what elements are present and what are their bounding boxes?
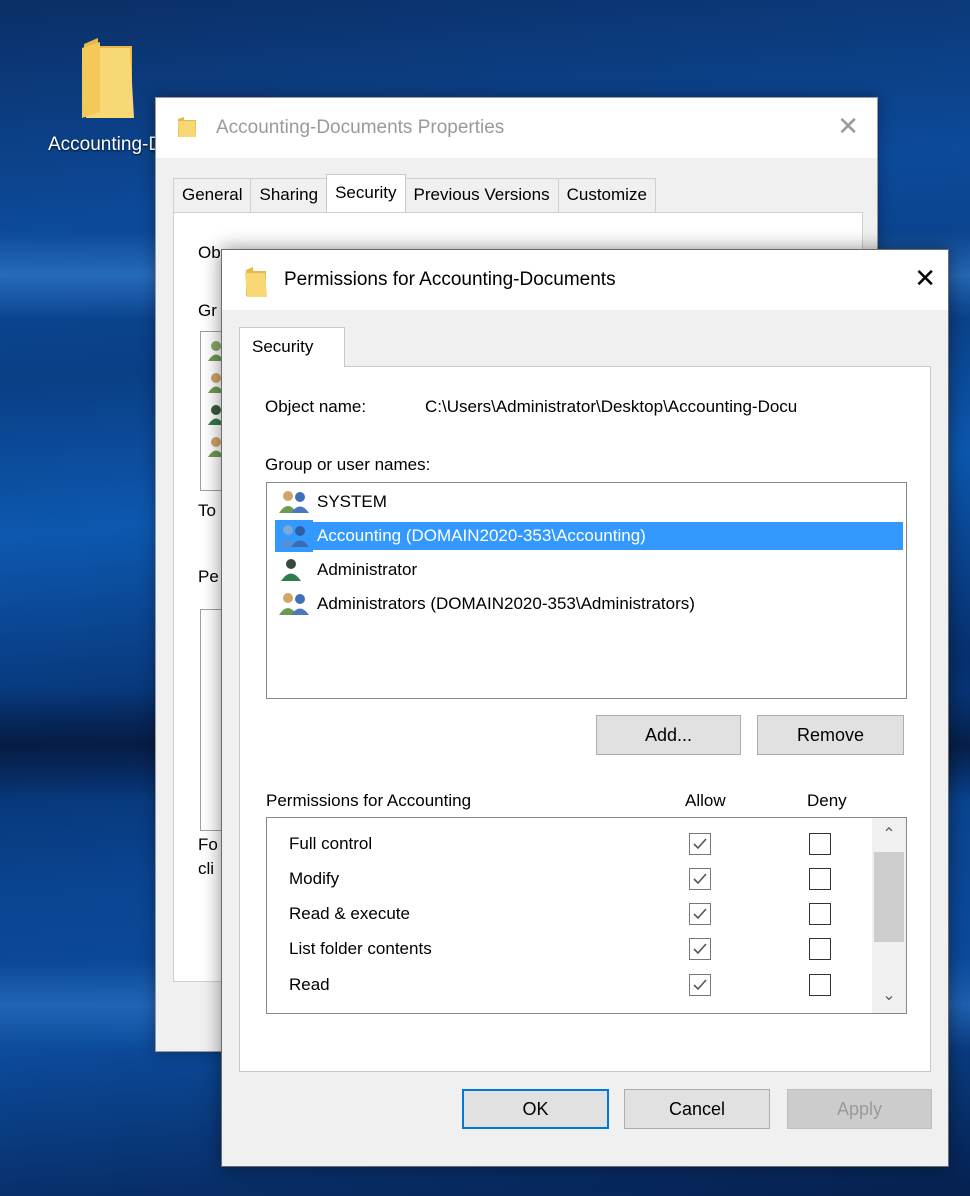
desktop-icon-label: Accounting-Documents: [48, 134, 158, 155]
permission-name: Read & execute: [289, 904, 410, 923]
permission-name: Full control: [289, 834, 373, 853]
window-title: Accounting-Documents Properties: [216, 117, 505, 138]
allow-checkbox[interactable]: [689, 974, 711, 996]
permissions-list[interactable]: Full control Modify Read & execute List …: [266, 817, 907, 1014]
tab-strip: General Sharing Security Previous Versio…: [173, 174, 656, 212]
group-users-icon: [275, 520, 313, 552]
user-name: Administrator: [317, 560, 418, 579]
tab-security[interactable]: Security: [326, 174, 406, 212]
permissions-label-partial: Pe: [198, 567, 219, 586]
ok-button[interactable]: OK: [462, 1089, 609, 1129]
click-advanced-label-partial: cli: [198, 859, 215, 878]
deny-checkbox[interactable]: [809, 938, 831, 960]
scroll-thumb[interactable]: [874, 852, 904, 942]
permission-row-list-folder: List folder contents: [267, 932, 867, 968]
deny-column-header: Deny: [807, 791, 847, 810]
group-or-user-names-label: Group or user names:: [265, 455, 431, 474]
user-name: Accounting (DOMAIN2020-353\Accounting): [313, 522, 903, 550]
permission-name: Modify: [289, 869, 340, 888]
object-name-label-partial: Ob: [198, 243, 221, 262]
permission-row-full-control: Full control: [267, 827, 867, 863]
folder-icon: [245, 267, 267, 297]
single-user-icon: [275, 554, 313, 586]
tab-previous-versions[interactable]: Previous Versions: [404, 178, 559, 212]
user-item-accounting[interactable]: Accounting (DOMAIN2020-353\Accounting): [275, 520, 903, 552]
folder-icon: [82, 38, 134, 118]
permission-name: Read: [289, 975, 330, 994]
cancel-button[interactable]: Cancel: [624, 1089, 770, 1129]
close-icon[interactable]: ✕: [837, 111, 859, 142]
tab-general[interactable]: General: [173, 178, 252, 212]
title-bar[interactable]: Permissions for Accounting-Documents ✕: [222, 250, 948, 310]
add-button[interactable]: Add...: [596, 715, 741, 755]
tab-customize[interactable]: Customize: [557, 178, 656, 212]
object-name-label: Object name:: [265, 397, 367, 416]
allow-column-header: Allow: [685, 791, 726, 810]
permissions-for-label: Permissions for Accounting: [266, 791, 472, 810]
to-change-label-partial: To: [198, 501, 216, 520]
dialog-title: Permissions for Accounting-Documents: [284, 269, 616, 290]
user-name: Administrators (DOMAIN2020-353\Administr…: [317, 594, 695, 613]
user-name: SYSTEM: [317, 492, 387, 511]
vertical-scrollbar[interactable]: ⌃ ⌄: [872, 818, 906, 1013]
title-bar[interactable]: Accounting-Documents Properties ✕: [156, 98, 877, 158]
group-users-icon: [275, 588, 313, 620]
remove-button[interactable]: Remove: [757, 715, 904, 755]
user-item-administrator[interactable]: Administrator: [275, 554, 903, 586]
close-icon[interactable]: ✕: [914, 263, 936, 294]
allow-checkbox[interactable]: [689, 868, 711, 890]
allow-checkbox[interactable]: [689, 938, 711, 960]
deny-checkbox[interactable]: [809, 868, 831, 890]
security-page: Object name: C:\Users\Administrator\Desk…: [239, 366, 931, 1072]
tab-security[interactable]: Security: [239, 327, 345, 367]
apply-button[interactable]: Apply: [787, 1089, 932, 1129]
allow-checkbox[interactable]: [689, 903, 711, 925]
chevron-up-icon[interactable]: ⌃: [872, 818, 906, 852]
user-item-system[interactable]: SYSTEM: [275, 486, 903, 518]
permission-row-read-execute: Read & execute: [267, 897, 867, 933]
permission-name: List folder contents: [289, 939, 432, 958]
permission-row-modify: Modify: [267, 862, 867, 898]
group-users-icon: [275, 486, 313, 518]
deny-checkbox[interactable]: [809, 974, 831, 996]
permission-row-read: Read: [267, 968, 867, 1004]
tab-sharing[interactable]: Sharing: [250, 178, 328, 212]
object-name-value: C:\Users\Administrator\Desktop\Accountin…: [425, 397, 798, 416]
chevron-down-icon[interactable]: ⌄: [872, 979, 906, 1013]
users-listbox[interactable]: SYSTEM Accounting (DOMAIN2020-353\Accoun…: [266, 482, 907, 699]
deny-checkbox[interactable]: [809, 903, 831, 925]
allow-checkbox[interactable]: [689, 833, 711, 855]
permissions-dialog: Permissions for Accounting-Documents ✕ S…: [221, 249, 949, 1167]
group-label-partial: Gr: [198, 301, 217, 320]
user-item-administrators[interactable]: Administrators (DOMAIN2020-353\Administr…: [275, 588, 903, 620]
folder-icon: [178, 117, 196, 137]
for-special-label-partial: Fo: [198, 835, 218, 854]
deny-checkbox[interactable]: [809, 833, 831, 855]
